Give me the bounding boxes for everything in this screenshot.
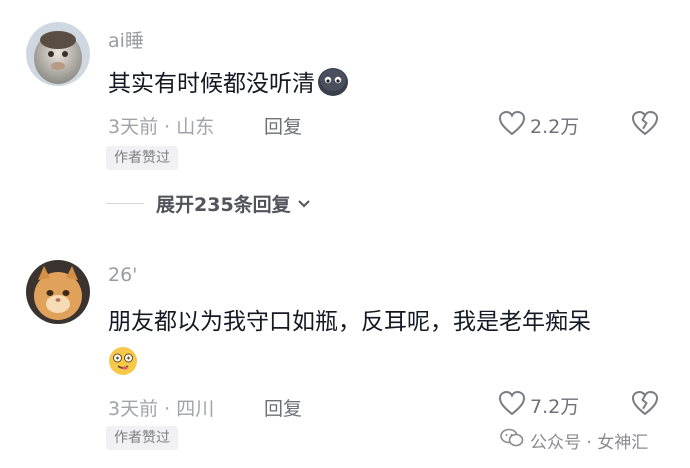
author-liked-badge: 作者赞过 <box>106 426 178 450</box>
like-button[interactable]: 7.2万 <box>498 390 579 420</box>
wechat-icon <box>500 428 524 453</box>
chevron-down-icon <box>297 194 311 213</box>
reply-button[interactable]: 回复 <box>264 394 302 421</box>
dizzy-face-emoji-icon <box>108 346 138 380</box>
heart-icon <box>498 390 526 420</box>
comment-meta: 3天前 · 山东 <box>108 116 215 138</box>
avatar[interactable] <box>26 260 90 324</box>
username[interactable]: ai睡 <box>108 26 144 53</box>
broken-heart-icon[interactable] <box>630 110 660 140</box>
heart-icon <box>498 110 526 140</box>
avatar[interactable] <box>26 22 90 86</box>
comment-text: 朋友都以为我守口如瓶，反耳呢，我是老年痴呆 <box>108 309 591 335</box>
comment-text-body: 其实有时候都没听清 <box>108 71 315 97</box>
reply-button[interactable]: 回复 <box>264 112 302 139</box>
author-liked-badge: 作者赞过 <box>106 146 178 170</box>
comment-meta: 3天前 · 四川 <box>108 398 215 420</box>
like-count: 2.2万 <box>530 115 580 138</box>
expand-replies-label: 展开235条回复 <box>156 194 291 216</box>
expand-replies-button[interactable]: 展开235条回复 <box>106 190 311 217</box>
comment-text: 其实有时候都没听清 <box>108 64 349 103</box>
broken-heart-icon[interactable] <box>630 390 660 420</box>
like-count: 7.2万 <box>530 395 580 418</box>
like-button[interactable]: 2.2万 <box>498 110 579 140</box>
watermark: 公众号 · 女神汇 <box>500 428 648 453</box>
sad-face-emoji-icon <box>317 67 349 103</box>
watermark-text: 公众号 · 女神汇 <box>530 433 649 453</box>
divider <box>106 203 144 204</box>
username[interactable]: 26' <box>108 264 137 286</box>
